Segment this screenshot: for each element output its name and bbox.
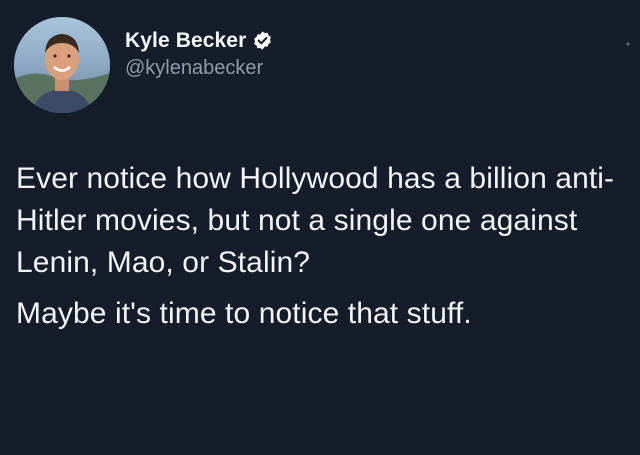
- author-display-name[interactable]: Kyle Becker: [125, 29, 246, 53]
- tweet-body: Ever notice how Hollywood has a billion …: [16, 158, 632, 335]
- author-handle[interactable]: @kylenabecker: [125, 57, 273, 80]
- tweet-header: Kyle Becker @kylenabecker: [14, 15, 273, 115]
- more-options-icon[interactable]: [624, 40, 632, 48]
- verified-badge-icon: [252, 30, 273, 51]
- avatar-photo: [14, 17, 110, 113]
- tweet-paragraph: Maybe it's time to notice that stuff.: [16, 297, 472, 330]
- author-avatar[interactable]: [14, 17, 110, 113]
- author-name-row: Kyle Becker: [125, 29, 273, 53]
- author-identity: Kyle Becker @kylenabecker: [125, 29, 273, 80]
- tweet-paragraph: Ever notice how Hollywood has a billion …: [16, 162, 615, 279]
- tweet-card: Kyle Becker @kylenabecker Ever notice ho…: [0, 0, 640, 455]
